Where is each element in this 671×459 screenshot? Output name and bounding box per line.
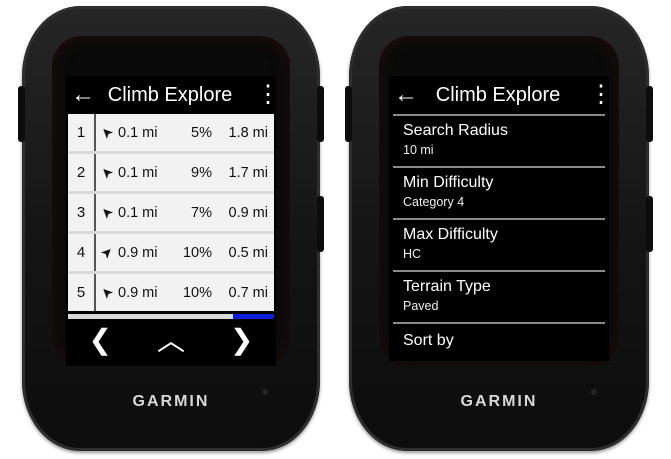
list-navigation: ❮ ︿ ❯ (66, 319, 276, 359)
side-button[interactable] (646, 86, 653, 142)
page-progress-track (68, 314, 274, 319)
setting-item[interactable]: Max Difficulty HC (393, 220, 605, 272)
page-progress-fill (232, 314, 274, 319)
light-sensor (262, 389, 268, 395)
climb-number: 5 (68, 274, 96, 311)
climb-distance: 0.9 mi (118, 244, 158, 261)
climb-grade: 10% (182, 244, 212, 261)
page-title: Climb Explore (435, 83, 561, 106)
climb-row[interactable]: 2 ➤ 0.1 mi 9% 1.7 mi (68, 154, 274, 191)
title-bar: ← Climb Explore ⋮ (389, 76, 609, 114)
setting-label: Search Radius (403, 122, 508, 139)
climb-number: 2 (68, 154, 96, 191)
setting-value: Category 4 (403, 195, 465, 209)
back-arrow-icon[interactable]: ← (391, 83, 421, 107)
direction-arrow-icon: ➤ (97, 282, 118, 302)
direction-arrow-icon: ➤ (97, 202, 118, 222)
side-button[interactable] (345, 86, 352, 142)
left-screen: ← Climb Explore ⋮ 1 ➤ 0.1 mi 5% 1.8 mi 2 ➤ 0.1 … (66, 76, 276, 366)
climb-length: 1.8 mi (228, 124, 269, 141)
setting-item[interactable]: Sort by (393, 324, 605, 361)
direction-arrow-icon: ➤ (97, 162, 118, 182)
climb-distance: 0.1 mi (118, 204, 158, 221)
climb-grade: 10% (182, 284, 212, 301)
climb-distance: 0.1 mi (118, 164, 158, 181)
next-page-icon[interactable]: ❯ (230, 323, 253, 356)
climb-length: 1.7 mi (228, 164, 269, 181)
light-sensor (591, 389, 597, 395)
side-button[interactable] (18, 86, 25, 142)
setting-value: 10 mi (403, 143, 434, 157)
right-device: ← Climb Explore ⋮ Search Radius 10 mi Min … (345, 6, 653, 451)
climb-number: 1 (68, 114, 96, 151)
climb-grade: 9% (191, 164, 212, 181)
climb-row[interactable]: 3 ➤ 0.1 mi 7% 0.9 mi (68, 194, 274, 231)
setting-item[interactable]: Min Difficulty Category 4 (393, 168, 605, 220)
climb-distance: 0.1 mi (118, 124, 158, 141)
climb-row[interactable]: 5 ➤ 0.9 mi 10% 0.7 mi (68, 274, 274, 311)
setting-item[interactable]: Search Radius 10 mi (393, 116, 605, 168)
menu-kebab-icon[interactable]: ⋮ (256, 83, 276, 107)
settings-list: Search Radius 10 mi Min Difficulty Category… (393, 116, 605, 361)
setting-label: Terrain Type (403, 278, 491, 295)
side-button[interactable] (317, 86, 324, 142)
climb-row[interactable]: 4 ➤ 0.9 mi 10% 0.5 mi (68, 234, 274, 271)
side-button[interactable] (646, 196, 653, 252)
setting-value: HC (403, 247, 422, 261)
setting-label: Max Difficulty (403, 226, 498, 243)
setting-label: Min Difficulty (403, 174, 494, 191)
direction-arrow-icon: ➤ (97, 122, 118, 142)
direction-arrow-icon: ➤ (96, 242, 117, 262)
climb-grade: 7% (191, 204, 212, 221)
menu-kebab-icon[interactable]: ⋮ (589, 83, 609, 107)
left-device: ← Climb Explore ⋮ 1 ➤ 0.1 mi 5% 1.8 mi 2 ➤ 0.1 … (18, 6, 324, 451)
climb-length: 0.9 mi (228, 204, 269, 221)
climb-grade: 5% (191, 124, 212, 141)
prev-page-icon[interactable]: ❮ (89, 323, 112, 356)
climb-length: 0.7 mi (228, 284, 269, 301)
right-screen: ← Climb Explore ⋮ Search Radius 10 mi Min … (389, 76, 609, 361)
climb-number: 3 (68, 194, 96, 231)
title-bar: ← Climb Explore ⋮ (66, 76, 276, 114)
climb-length: 0.5 mi (228, 244, 269, 261)
climb-row[interactable]: 1 ➤ 0.1 mi 5% 1.8 mi (68, 114, 274, 151)
setting-label: Sort by (403, 332, 454, 349)
brand-logo: GARMIN (132, 393, 210, 410)
side-button[interactable] (317, 196, 324, 252)
setting-item[interactable]: Terrain Type Paved (393, 272, 605, 324)
climb-number: 4 (68, 234, 96, 271)
climb-list: 1 ➤ 0.1 mi 5% 1.8 mi 2 ➤ 0.1 mi 9% 1.7 mi 3 ➤ 0.1 mi… (68, 114, 274, 311)
page-title: Climb Explore (107, 83, 233, 106)
back-arrow-icon[interactable]: ← (68, 83, 98, 107)
scroll-up-icon[interactable]: ︿ (157, 319, 185, 359)
climb-distance: 0.9 mi (118, 284, 158, 301)
brand-logo: GARMIN (460, 393, 538, 410)
setting-value: Paved (403, 299, 439, 313)
